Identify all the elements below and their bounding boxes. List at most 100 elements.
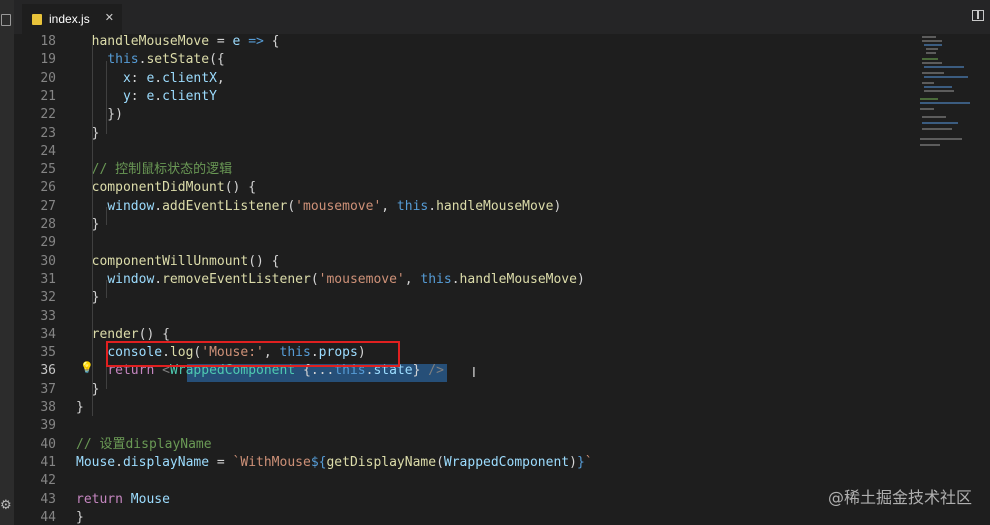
code-line[interactable]: 23 } — [14, 125, 990, 143]
code-token: y — [122, 88, 131, 104]
code-token: `WithMouse — [232, 454, 311, 470]
code-token: } — [576, 454, 585, 470]
text-cursor-icon: I — [472, 366, 476, 381]
code-line[interactable]: 44} — [14, 509, 990, 525]
code-line[interactable]: 39 — [14, 417, 990, 435]
code-line[interactable]: 21 y: e.clientY — [14, 88, 990, 106]
line-number: 26 — [40, 180, 56, 196]
code-token: } — [76, 125, 100, 141]
line-number: 37 — [40, 381, 56, 397]
code-line[interactable]: 25 // 控制鼠标状态的逻辑 — [14, 161, 990, 179]
line-number: 32 — [40, 290, 56, 306]
code-line[interactable]: 26 componentDidMount() { — [14, 179, 990, 197]
code-token: componentDidMount — [91, 180, 225, 196]
code-line[interactable]: 28 } — [14, 216, 990, 234]
code-token: removeEventListener — [162, 271, 311, 287]
code-line[interactable]: 38} — [14, 399, 990, 417]
line-number: 43 — [40, 491, 56, 507]
code-token: , — [216, 70, 225, 86]
code-token: 'mousemove' — [295, 198, 382, 214]
code-token: Mouse — [76, 454, 116, 470]
editor-tab-bar: index.js ✕ — [14, 0, 990, 34]
code-editor[interactable]: 18 handleMouseMove = e => {19 this.setSt… — [14, 34, 990, 525]
code-token: 'mousemove' — [318, 271, 405, 287]
line-code: Mouse.displayName = `WithMouse${getDispl… — [76, 454, 593, 472]
code-token: } — [76, 400, 84, 415]
code-line[interactable]: 27 window.addEventListener('mousemove', … — [14, 198, 990, 216]
line-number: 28 — [40, 217, 56, 232]
code-line[interactable]: 37 } — [14, 381, 990, 399]
split-editor-icon[interactable] — [972, 10, 984, 21]
line-code: } — [76, 216, 100, 234]
line-code: return Mouse — [76, 491, 170, 509]
code-token: . — [451, 271, 460, 287]
tab-index-js[interactable]: index.js ✕ — [22, 4, 122, 34]
code-token: handleMouseMove — [76, 34, 210, 49]
line-code: window.removeEventListener('mousemove', … — [76, 271, 584, 289]
line-number: 20 — [40, 70, 56, 86]
code-token: ) — [553, 198, 562, 214]
js-file-icon — [32, 13, 42, 25]
code-token: () { — [248, 253, 280, 269]
code-token: ( — [436, 454, 444, 470]
code-line[interactable]: 30 componentWillUnmount() { — [14, 253, 990, 271]
line-number: 38 — [40, 400, 56, 415]
settings-gear-icon[interactable]: ⚙ — [0, 499, 12, 512]
code-token: window — [107, 271, 155, 287]
code-token: } — [76, 509, 84, 525]
code-token: } — [76, 290, 100, 306]
code-line[interactable]: 33 — [14, 308, 990, 326]
code-token: getDisplayName — [326, 454, 437, 470]
code-line[interactable]: 18 handleMouseMove = e => { — [14, 34, 990, 51]
line-number: 31 — [40, 271, 56, 287]
code-token: () { — [224, 180, 257, 196]
line-number: 39 — [40, 418, 56, 434]
code-token: . — [154, 88, 163, 104]
line-number: 40 — [40, 436, 56, 452]
watermark: @稀土掘金技术社区 — [827, 488, 972, 507]
files-icon[interactable] — [1, 14, 11, 26]
code-token: , — [404, 271, 421, 287]
code-token: Mouse — [130, 491, 170, 507]
code-line[interactable]: 31 window.removeEventListener('mousemove… — [14, 271, 990, 289]
code-token: => — [248, 34, 264, 49]
line-number: 44 — [40, 509, 56, 525]
line-number: 22 — [40, 107, 56, 123]
code-token: setState — [146, 52, 210, 68]
line-number: 18 — [40, 34, 56, 49]
code-token: } — [76, 217, 100, 232]
code-token: () { — [138, 326, 170, 342]
code-token: = — [209, 34, 233, 49]
line-code: componentWillUnmount() { — [76, 253, 280, 271]
minimap[interactable] — [918, 34, 978, 154]
code-line[interactable]: 19 this.setState({ — [14, 51, 990, 69]
code-token: : — [130, 88, 147, 104]
code-token: }) — [76, 107, 123, 123]
code-token: , — [381, 198, 397, 214]
lightbulb-icon[interactable]: 💡 — [80, 361, 94, 374]
line-number: 36 — [40, 363, 56, 379]
vertical-scrollbar[interactable] — [978, 34, 990, 525]
annotation-highlight-box — [106, 341, 400, 367]
code-line[interactable]: 22 }) — [14, 106, 990, 124]
line-code: } — [76, 399, 84, 417]
code-line[interactable]: 24 — [14, 143, 990, 161]
line-code: } — [76, 509, 84, 525]
code-token: = — [209, 454, 233, 470]
code-token: window — [107, 198, 155, 214]
code-line[interactable]: 29 — [14, 234, 990, 252]
code-line[interactable]: 40 // 设置displayName — [14, 436, 990, 454]
indent-guide — [106, 207, 107, 225]
code-line[interactable]: 41 Mouse.displayName = `WithMouse${getDis… — [14, 454, 990, 472]
close-icon[interactable]: ✕ — [105, 11, 114, 24]
line-number: 19 — [40, 52, 56, 68]
code-line[interactable]: 20 x: e.clientX, — [14, 70, 990, 88]
code-token: ` — [584, 454, 593, 470]
code-token: this — [396, 198, 429, 214]
code-line[interactable]: 32 } — [14, 289, 990, 307]
code-token: ({ — [209, 52, 225, 68]
line-code: // 设置displayName — [76, 436, 212, 454]
